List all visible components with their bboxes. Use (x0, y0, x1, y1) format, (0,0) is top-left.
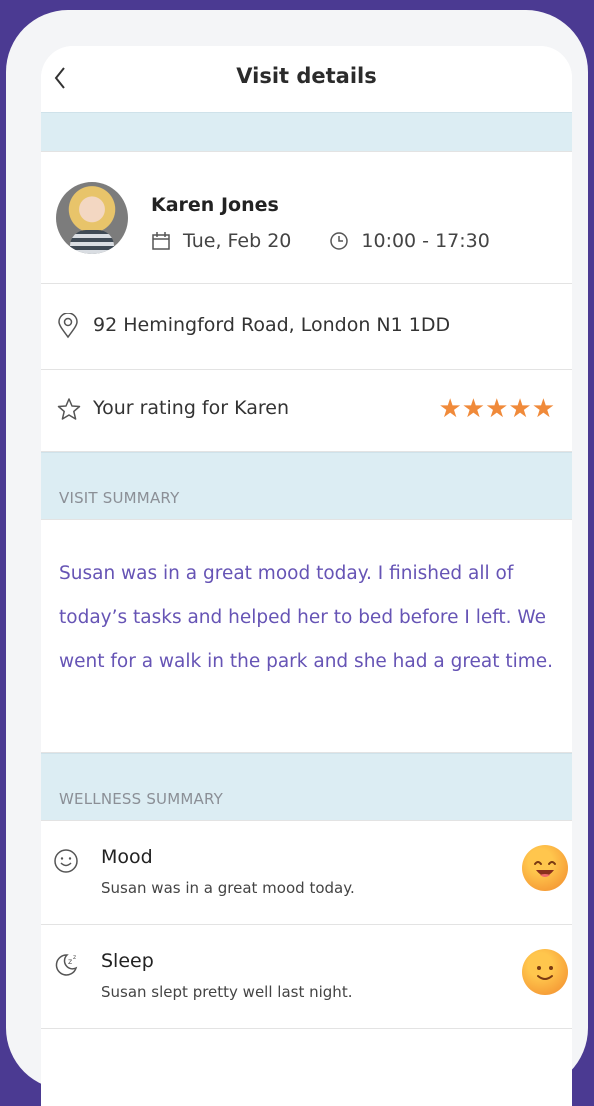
app-screen: Visit details Karen Jones Tue, Feb 20 10… (41, 46, 572, 1106)
visit-summary-text: Susan was in a great mood today. I finis… (59, 563, 554, 672)
address-row[interactable]: 92 Hemingford Road, London N1 1DD (41, 284, 572, 370)
rating-label: Your rating for Karen (93, 397, 289, 419)
svg-text:z: z (68, 957, 72, 966)
wellness-item-sleep[interactable]: z z Sleep Susan slept pretty well last n… (41, 925, 572, 1029)
carer-card[interactable]: Karen Jones Tue, Feb 20 10:00 - 17:30 (41, 152, 572, 284)
page-title: Visit details (236, 64, 377, 88)
wellness-label: Mood (101, 846, 153, 868)
wellness-description: Susan slept pretty well last night. (101, 983, 353, 1001)
calendar-icon (152, 232, 170, 250)
top-spacer-band (41, 112, 572, 152)
section-header-wellness-summary: WELLNESS SUMMARY (41, 753, 572, 821)
smiley-outline-icon (54, 849, 78, 873)
smiling-face-icon (522, 949, 568, 995)
clock-icon (330, 232, 349, 250)
visit-summary: Susan was in a great mood today. I finis… (41, 520, 572, 753)
avatar (56, 182, 128, 254)
svg-text:z: z (73, 954, 76, 961)
star-rating[interactable]: ★★★★★ (438, 394, 555, 424)
sleep-moon-icon: z z (55, 954, 78, 976)
address-text: 92 Hemingford Road, London N1 1DD (93, 314, 451, 336)
wellness-item-mood[interactable]: Mood Susan was in a great mood today. (41, 821, 572, 925)
top-bar: Visit details (41, 46, 572, 112)
rating-row[interactable]: Your rating for Karen ★★★★★ (41, 370, 572, 452)
visit-date: Tue, Feb 20 (183, 230, 292, 252)
wellness-label: Sleep (101, 950, 154, 972)
phone-frame: Visit details Karen Jones Tue, Feb 20 10… (6, 10, 588, 1106)
location-pin-icon (58, 313, 78, 339)
carer-name: Karen Jones (151, 194, 279, 216)
section-header-visit-summary: VISIT SUMMARY (41, 452, 572, 520)
visit-datetime: Tue, Feb 20 10:00 - 17:30 (151, 230, 490, 252)
star-outline-icon (57, 398, 81, 420)
wellness-description: Susan was in a great mood today. (101, 879, 355, 897)
visit-time-group: 10:00 - 17:30 (329, 230, 490, 252)
visit-time: 10:00 - 17:30 (361, 230, 490, 252)
laughing-face-icon (522, 845, 568, 891)
